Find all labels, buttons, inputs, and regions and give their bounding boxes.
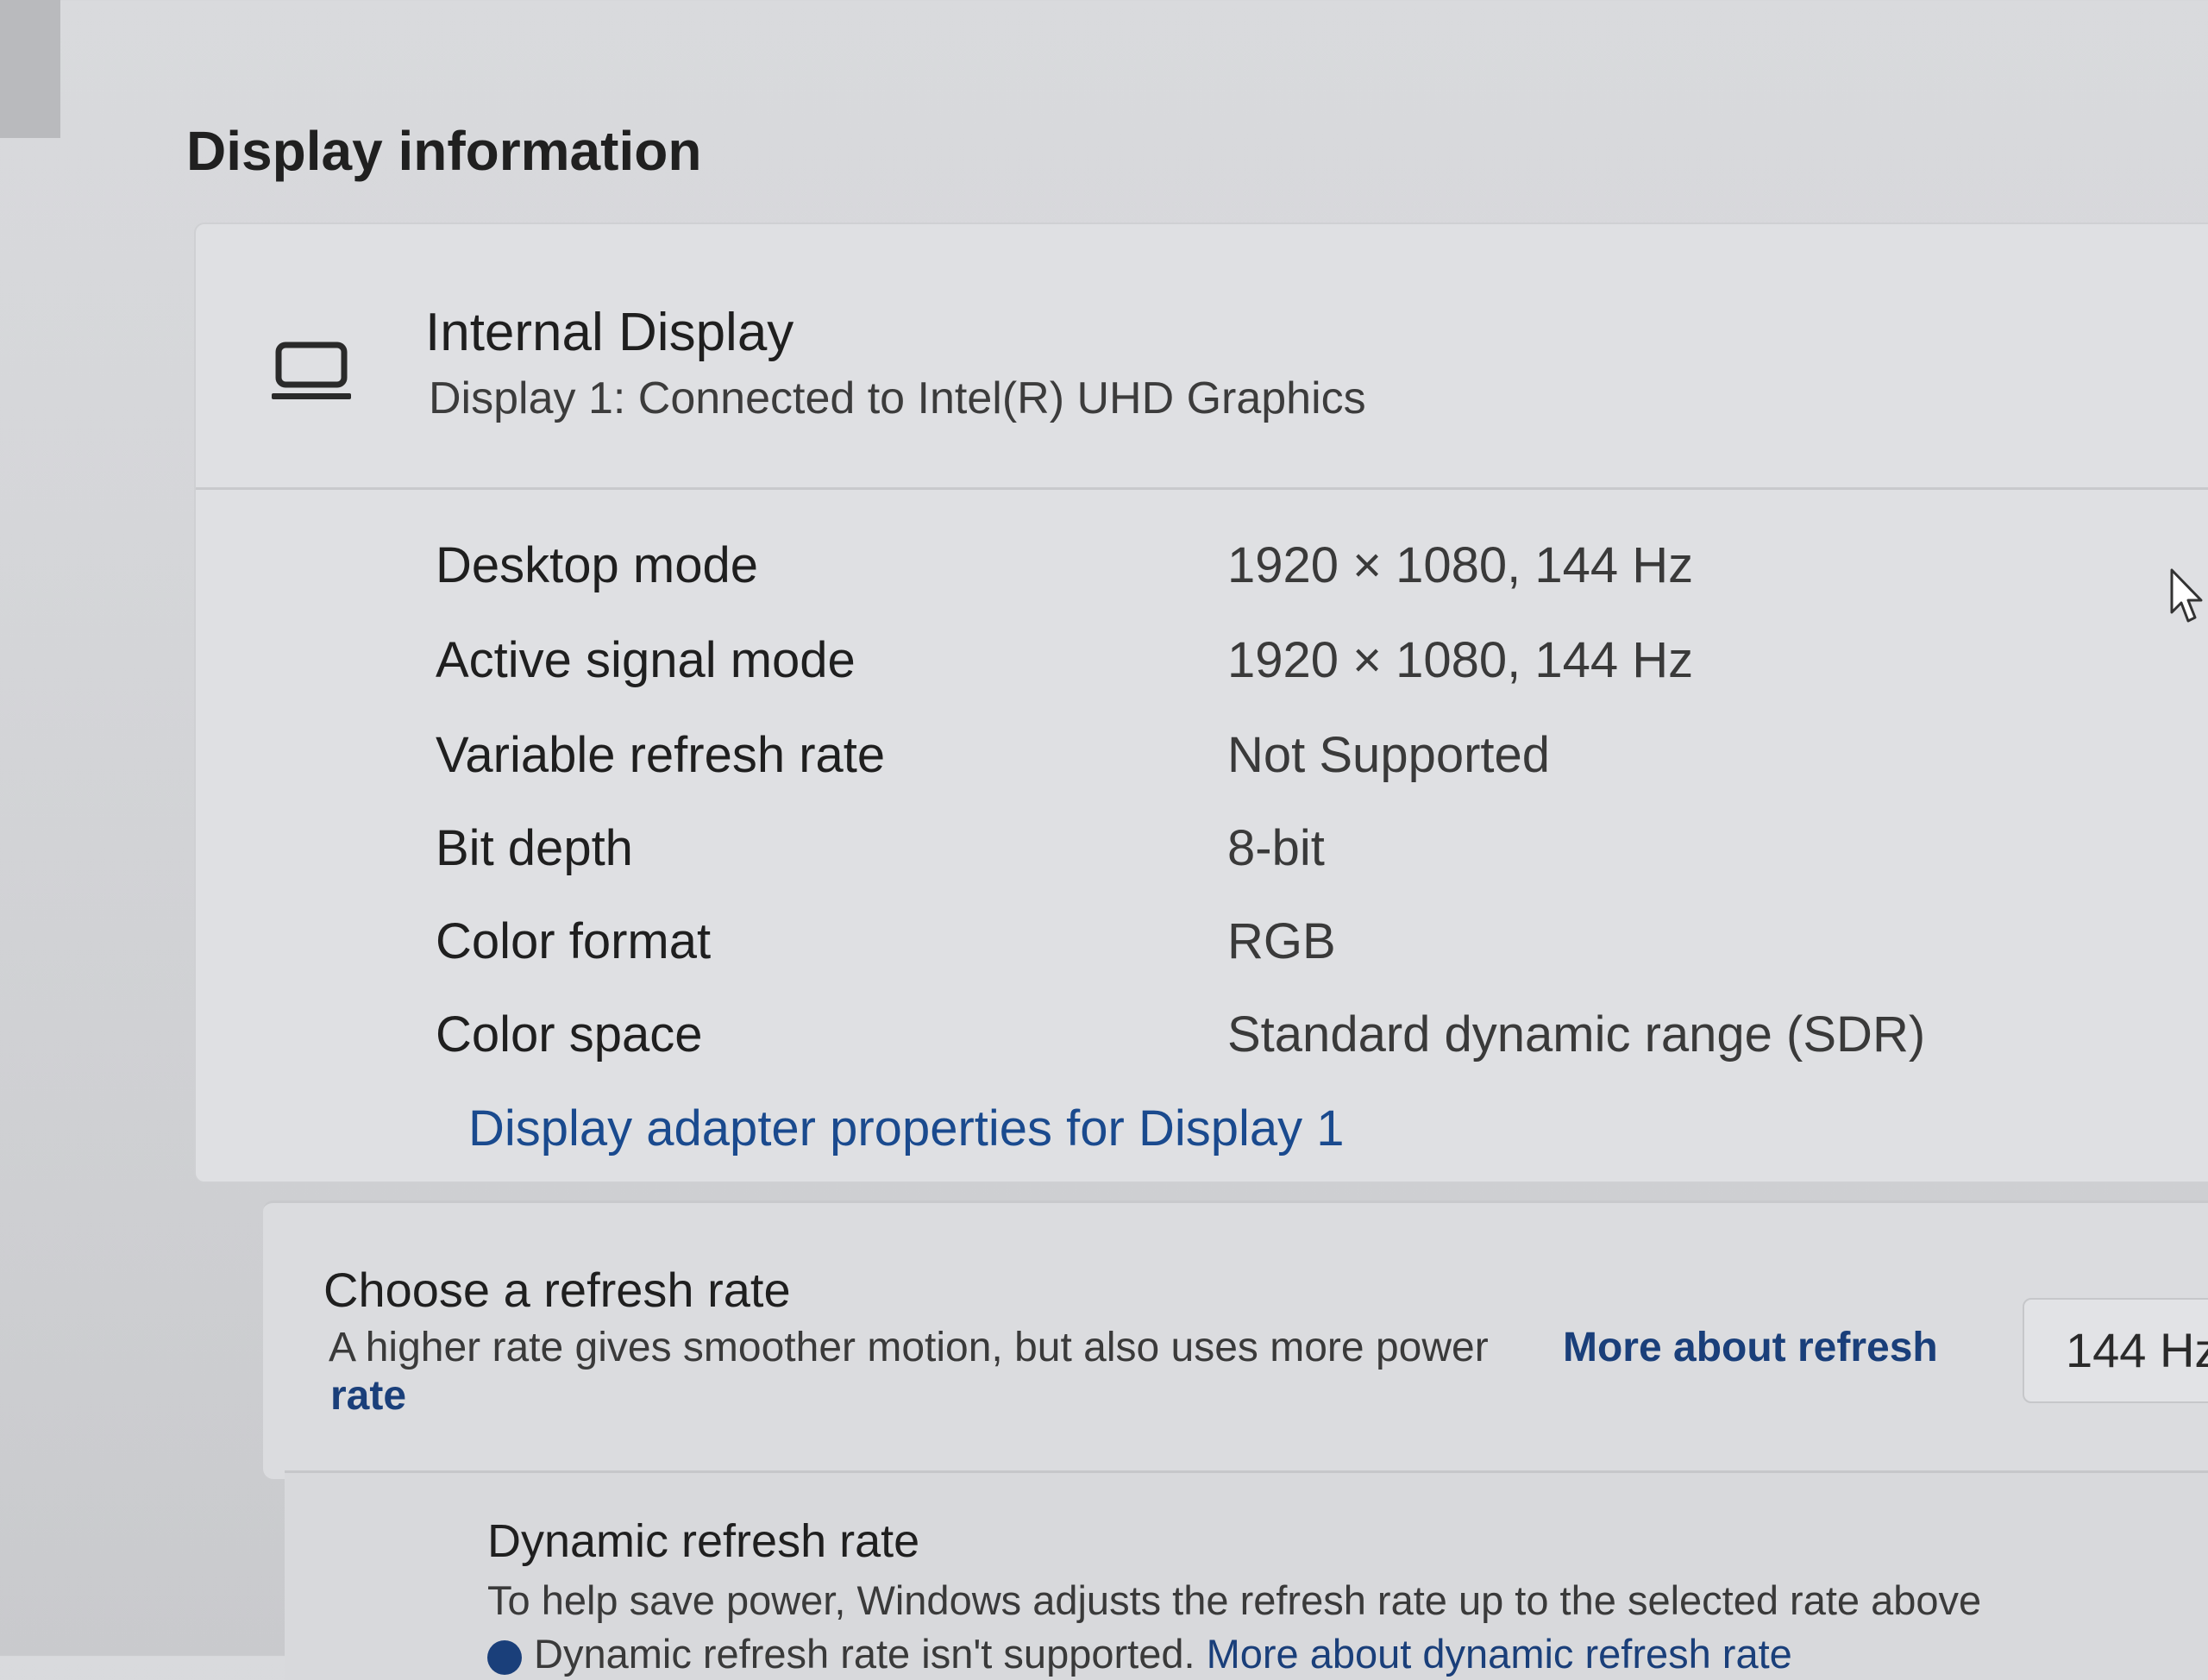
section-title: Display information	[186, 120, 702, 182]
dynamic-refresh-rate-description: To help save power, Windows adjusts the …	[487, 1577, 1982, 1623]
info-value: 8-bit	[1227, 820, 1325, 876]
display-adapter-properties-link[interactable]: Display adapter properties for Display 1	[468, 1100, 1344, 1157]
info-row-desktop-mode: Desktop mode 1920 × 1080, 144 Hz	[436, 536, 1988, 605]
info-icon	[487, 1639, 522, 1675]
info-value: RGB	[1227, 913, 1336, 969]
info-label: Color space	[436, 1006, 703, 1063]
info-label: Active signal mode	[436, 632, 856, 688]
dynamic-refresh-rate-title: Dynamic refresh rate	[487, 1515, 920, 1567]
info-label: Desktop mode	[436, 537, 758, 593]
more-about-dynamic-refresh-rate-link[interactable]: More about dynamic refresh rate	[1207, 1631, 1792, 1677]
laptop-icon	[272, 342, 351, 399]
display-name: Internal Display	[425, 303, 794, 362]
info-row-bit-depth: Bit depth 8-bit	[436, 819, 1988, 888]
info-label: Variable refresh rate	[436, 727, 886, 783]
refresh-rate-card: Choose a refresh rate A higher rate give…	[263, 1200, 2208, 1479]
info-row-color-space: Color space Standard dynamic range (SDR)	[436, 1006, 1988, 1075]
info-row-color-format: Color format RGB	[436, 912, 1988, 981]
info-value: 1920 × 1080, 144 Hz	[1227, 537, 1694, 593]
display-header: Internal Display Display 1: Connected to…	[196, 224, 2208, 490]
info-label: Bit depth	[436, 820, 633, 876]
info-label: Color format	[436, 913, 712, 969]
info-value: 1920 × 1080, 144 Hz	[1227, 632, 1694, 688]
refresh-rate-dropdown[interactable]: 144 Hz	[2023, 1298, 2208, 1403]
dynamic-refresh-rate-card: Dynamic refresh rate To help save power,…	[285, 1470, 2208, 1680]
info-value: Not Supported	[1227, 727, 1551, 783]
info-value: Standard dynamic range (SDR)	[1227, 1006, 1926, 1063]
refresh-rate-selected-value: 144 Hz	[2066, 1323, 2208, 1377]
info-row-active-signal-mode: Active signal mode 1920 × 1080, 144 Hz	[436, 631, 1988, 700]
more-about-refresh-rate-link[interactable]: More about refresh	[1563, 1324, 1938, 1371]
display-info-card: Internal Display Display 1: Connected to…	[194, 223, 2208, 1183]
refresh-rate-title: Choose a refresh rate	[323, 1263, 791, 1317]
dynamic-refresh-rate-note: Dynamic refresh rate isn't supported. Mo…	[487, 1630, 1792, 1677]
window-edge	[0, 0, 60, 138]
mouse-cursor-icon	[2170, 568, 2203, 623]
more-about-refresh-rate-link-continued[interactable]: rate	[330, 1372, 406, 1420]
display-subtitle: Display 1: Connected to Intel(R) UHD Gra…	[429, 373, 1366, 423]
info-row-variable-refresh-rate: Variable refresh rate Not Supported	[436, 726, 1988, 795]
dynamic-note-text: Dynamic refresh rate isn't supported.	[534, 1631, 1195, 1677]
